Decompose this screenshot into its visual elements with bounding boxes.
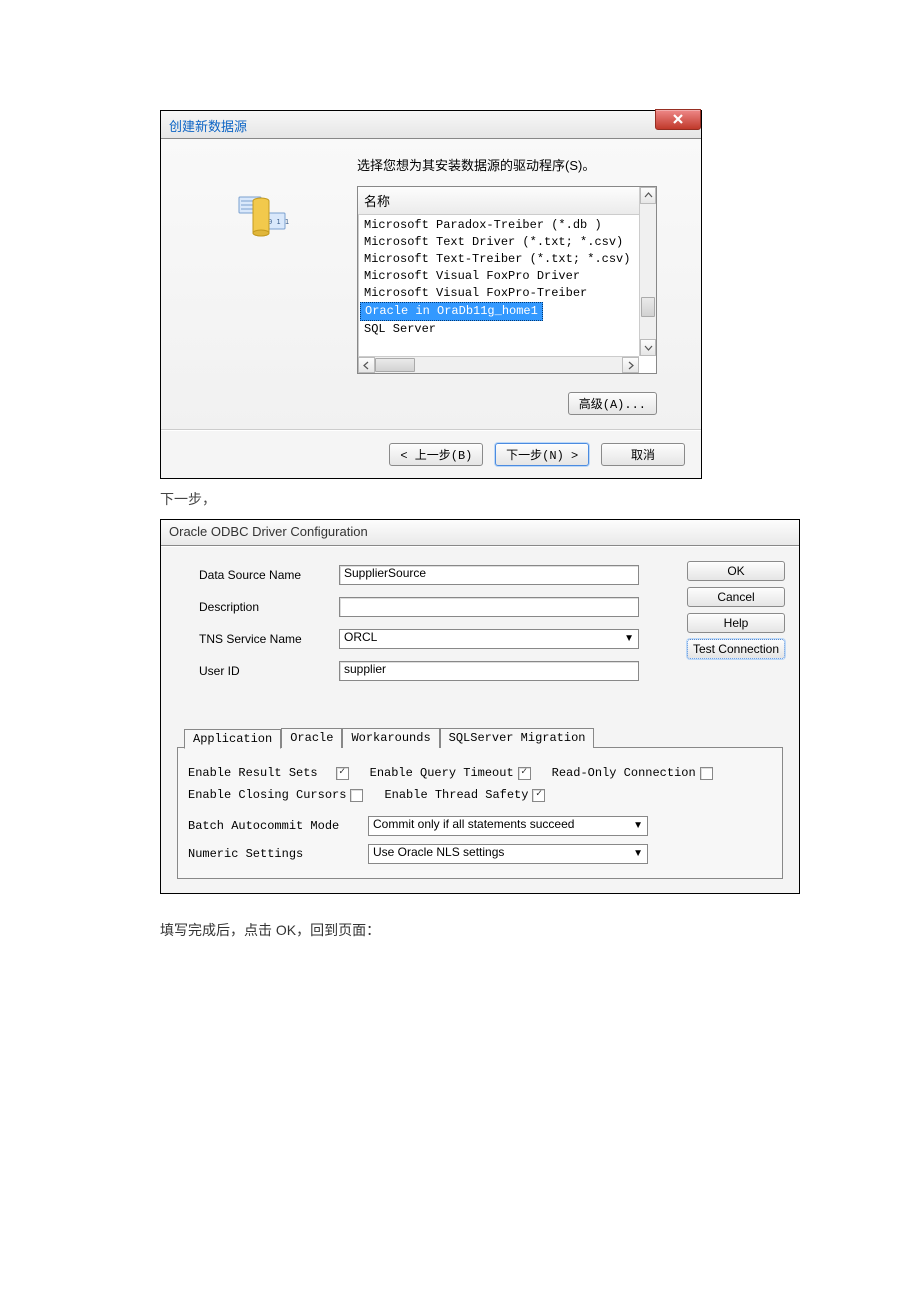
list-item-selected[interactable]: Oracle in OraDb11g_home1 [360,302,543,321]
tab-strip: Application Oracle Workarounds SQLServer… [184,728,594,748]
chevron-left-icon [359,358,374,373]
userid-input[interactable]: supplier [339,661,639,681]
next-button[interactable]: 下一步(N) > [495,443,589,466]
enable-query-timeout-checkbox[interactable] [518,767,531,780]
chevron-down-icon [641,340,656,355]
list-item[interactable]: Microsoft Text-Treiber (*.txt; *.csv) [360,251,654,268]
numeric-settings-row: Numeric Settings Use Oracle NLS settings… [188,844,772,864]
list-item[interactable]: Microsoft Text Driver (*.txt; *.csv) [360,234,654,251]
enable-thread-safety-checkbox[interactable] [532,789,545,802]
userid-value: supplier [344,662,386,676]
cancel-button[interactable]: Cancel [687,587,785,607]
tab-application[interactable]: Application [184,729,281,749]
read-only-connection-label: Read-Only Connection [552,766,696,780]
enable-result-sets-label: Enable Result Sets [188,766,318,780]
scroll-right-button[interactable] [622,357,639,373]
horizontal-scrollbar[interactable] [358,356,639,373]
enable-result-sets-checkbox[interactable] [336,767,349,780]
tns-value: ORCL [344,630,377,644]
dialog1-title-text: 创建新数据源 [169,116,247,135]
scroll-up-button[interactable] [640,187,656,204]
oracle-odbc-config-dialog: Oracle ODBC Driver Configuration OK Canc… [160,519,800,894]
scroll-thumb[interactable] [641,297,655,317]
numeric-settings-value: Use Oracle NLS settings [373,845,504,859]
test-connection-button[interactable]: Test Connection [687,639,785,659]
tab-workarounds[interactable]: Workarounds [342,728,439,748]
checkbox-row-2: Enable Closing Cursors Enable Thread Saf… [188,788,772,802]
numeric-settings-select[interactable]: Use Oracle NLS settings ▼ [368,844,648,864]
tns-label: TNS Service Name [199,632,339,646]
ok-button[interactable]: OK [687,561,785,581]
enable-closing-cursors-label: Enable Closing Cursors [188,788,346,802]
batch-autocommit-row: Batch Autocommit Mode Commit only if all… [188,816,772,836]
tns-select[interactable]: ORCL ▼ [339,629,639,649]
description-label: Description [199,600,339,614]
caption-next-step: 下一步， [160,489,860,509]
back-button[interactable]: < 上一步(B) [389,443,483,466]
advanced-button[interactable]: 高级(A)... [568,392,657,415]
help-button[interactable]: Help [687,613,785,633]
batch-autocommit-select[interactable]: Commit only if all statements succeed ▼ [368,816,648,836]
chevron-down-icon: ▼ [633,820,643,831]
dialog1-footer: < 上一步(B) 下一步(N) > 取消 [161,430,701,478]
advanced-row: 高级(A)... [357,392,657,415]
enable-closing-cursors-checkbox[interactable] [350,789,363,802]
datasource-icon: 0 1 1 [237,191,297,245]
chevron-down-icon: ▼ [633,848,643,859]
driver-list-items: Microsoft Paradox-Treiber (*.db ) Micros… [358,215,656,340]
dialog1-right-pane: 选择您想为其安装数据源的驱动程序(S)。 名称 Microsoft Parado… [357,155,685,415]
dsn-value: SupplierSource [344,566,426,580]
list-header-name[interactable]: 名称 [358,187,656,215]
dsn-label: Data Source Name [199,568,339,582]
create-new-datasource-dialog: 创建新数据源 0 1 1 选择您想为其安装数据源的驱动程序(S)。 [160,110,702,479]
dialog2-title-text: Oracle ODBC Driver Configuration [161,520,799,546]
batch-autocommit-label: Batch Autocommit Mode [188,819,368,833]
read-only-connection-checkbox[interactable] [700,767,713,780]
vertical-scrollbar[interactable] [639,187,656,356]
description-input[interactable] [339,597,639,617]
driver-listbox[interactable]: 名称 Microsoft Paradox-Treiber (*.db ) Mic… [357,186,657,374]
list-item[interactable]: Microsoft Paradox-Treiber (*.db ) [360,217,654,234]
instruction-text: 选择您想为其安装数据源的驱动程序(S)。 [357,155,685,174]
list-item[interactable]: Microsoft Visual FoxPro-Treiber [360,285,654,302]
enable-thread-safety-label: Enable Thread Safety [384,788,528,802]
chevron-down-icon: ▼ [624,633,634,644]
userid-label: User ID [199,664,339,678]
tab-sqlserver-migration[interactable]: SQLServer Migration [440,728,595,748]
numeric-settings-label: Numeric Settings [188,847,368,861]
close-button[interactable] [655,109,701,130]
dialog1-titlebar: 创建新数据源 [161,111,701,139]
dialog2-body: OK Cancel Help Test Connection Data Sour… [161,546,799,893]
svg-text:0 1 1: 0 1 1 [268,218,289,226]
scroll-left-button[interactable] [358,357,375,373]
dialog2-side-buttons: OK Cancel Help Test Connection [687,561,785,665]
scroll-thumb-h[interactable] [375,358,415,372]
checkbox-row-1: Enable Result Sets Enable Query Timeout … [188,766,772,780]
batch-autocommit-value: Commit only if all statements succeed [373,817,574,831]
tab-oracle[interactable]: Oracle [281,728,342,748]
caption-after-fill: 填写完成后，点击 OK，回到页面： [160,920,860,940]
dialog1-icon-area: 0 1 1 [177,155,357,415]
dialog1-body: 0 1 1 选择您想为其安装数据源的驱动程序(S)。 名称 Microsoft … [161,139,701,430]
dsn-input[interactable]: SupplierSource [339,565,639,585]
cancel-button[interactable]: 取消 [601,443,685,466]
tab-container: Application Oracle Workarounds SQLServer… [177,747,783,879]
list-item[interactable]: Microsoft Visual FoxPro Driver [360,268,654,285]
close-icon [671,112,685,126]
chevron-right-icon [623,358,638,373]
scroll-down-button[interactable] [640,339,656,356]
chevron-up-icon [641,188,656,203]
enable-query-timeout-label: Enable Query Timeout [370,766,514,780]
list-item[interactable]: SQL Server [360,321,654,338]
